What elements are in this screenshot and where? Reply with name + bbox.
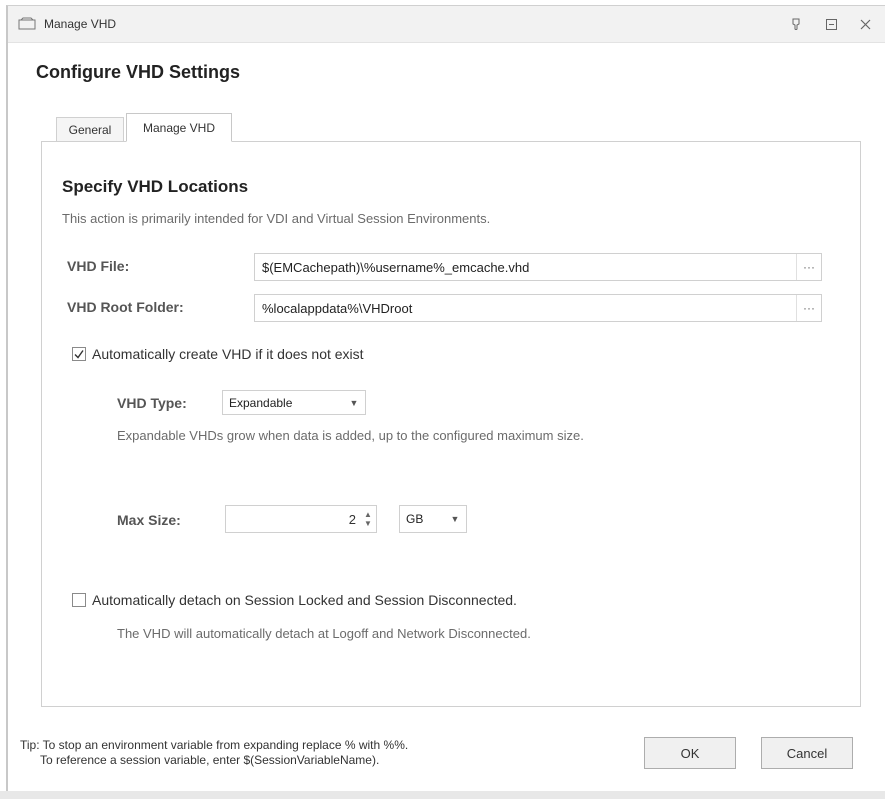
vhd-file-browse-button[interactable]: ···	[796, 254, 821, 280]
stepper-up-icon[interactable]: ▲	[364, 510, 372, 519]
chevron-down-icon[interactable]: ▼	[343, 398, 365, 408]
restore-icon[interactable]	[820, 13, 842, 35]
auto-detach-hint: The VHD will automatically detach at Log…	[117, 626, 531, 641]
tip-line-1: Tip: To stop an environment variable fro…	[20, 738, 409, 752]
vhd-type-label: VHD Type:	[117, 395, 187, 411]
max-size-unit-value[interactable]: GB	[400, 512, 444, 526]
close-icon[interactable]	[854, 13, 876, 35]
auto-detach-row[interactable]: Automatically detach on Session Locked a…	[72, 592, 517, 608]
title-bar: Manage VHD	[8, 6, 885, 43]
vhd-type-hint: Expandable VHDs grow when data is added,…	[117, 428, 584, 443]
tip-text: Tip: To stop an environment variable fro…	[20, 738, 408, 768]
auto-create-checkbox[interactable]	[72, 347, 86, 361]
section-title: Specify VHD Locations	[62, 177, 249, 196]
page-title: Configure VHD Settings	[36, 62, 241, 82]
ok-button[interactable]: OK	[644, 737, 736, 769]
vhd-file-value[interactable]: $(EMCachepath)\%username%_emcache.vhd	[255, 260, 796, 275]
section-subtitle: This action is primarily intended for VD…	[62, 211, 491, 226]
vhd-root-folder-field[interactable]: %localappdata%\VHDroot ···	[254, 294, 822, 322]
tab-general[interactable]: General	[56, 117, 124, 141]
max-size-label: Max Size:	[117, 512, 181, 528]
auto-detach-label[interactable]: Automatically detach on Session Locked a…	[92, 592, 517, 608]
vhd-root-folder-browse-button[interactable]: ···	[796, 295, 821, 321]
tip-line-2: To reference a session variable, enter $…	[40, 753, 380, 767]
pin-icon[interactable]	[785, 13, 807, 35]
window-title: Manage VHD	[44, 17, 117, 31]
chevron-down-icon[interactable]: ▼	[444, 514, 466, 524]
max-size-unit-select[interactable]: GB ▼	[399, 505, 467, 533]
tab-manage-vhd[interactable]: Manage VHD	[126, 113, 232, 142]
vhd-root-folder-value[interactable]: %localappdata%\VHDroot	[255, 301, 796, 316]
vhd-type-value[interactable]: Expandable	[223, 396, 343, 410]
window-bottom-border	[0, 791, 885, 799]
vhd-type-select[interactable]: Expandable ▼	[222, 390, 366, 415]
max-size-stepper[interactable]: 2 ▲ ▼	[225, 505, 377, 533]
auto-detach-checkbox[interactable]	[72, 593, 86, 607]
max-size-value[interactable]: 2	[226, 512, 360, 527]
vhd-root-folder-label: VHD Root Folder:	[67, 299, 184, 315]
stepper-arrows[interactable]: ▲ ▼	[360, 506, 376, 532]
vhd-file-field[interactable]: $(EMCachepath)\%username%_emcache.vhd ··…	[254, 253, 822, 281]
auto-create-label[interactable]: Automatically create VHD if it does not …	[92, 346, 364, 362]
vhd-file-label: VHD File:	[67, 258, 130, 274]
stepper-down-icon[interactable]: ▼	[364, 519, 372, 528]
cancel-button[interactable]: Cancel	[761, 737, 853, 769]
checkmark-icon	[74, 350, 84, 359]
auto-create-row[interactable]: Automatically create VHD if it does not …	[72, 346, 364, 362]
window-icon	[18, 17, 36, 30]
